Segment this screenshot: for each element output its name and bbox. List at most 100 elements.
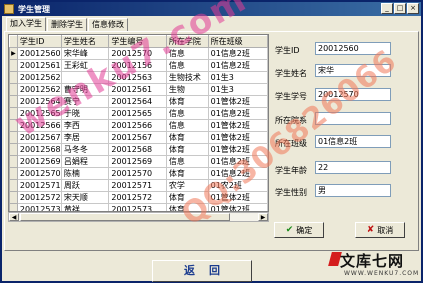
- grid-cell[interactable]: 体育: [165, 143, 209, 156]
- grid-cell[interactable]: 李西: [60, 119, 110, 132]
- col-header-college[interactable]: 所在学院: [165, 35, 209, 48]
- table-row[interactable]: 20012564 赛宁 20012564 体育 01管体2班: [9, 95, 268, 108]
- grid-cell[interactable]: 20012566: [108, 119, 167, 132]
- table-row[interactable]: 20012562 曹守明 20012561 生物 01生3: [9, 83, 268, 96]
- grid-cell[interactable]: 20012564: [108, 95, 167, 108]
- grid-cell[interactable]: 20012568: [16, 143, 62, 156]
- ok-button[interactable]: ✔ 确定: [274, 222, 324, 238]
- table-row[interactable]: 20012567 李居 20012567 体育 01管体2班: [9, 131, 268, 144]
- grid-cell[interactable]: 20012570: [108, 47, 167, 60]
- grid-cell[interactable]: 信息: [165, 59, 209, 72]
- grid-cell[interactable]: 王彩虹: [60, 59, 110, 72]
- row-indicator[interactable]: [9, 167, 18, 180]
- row-indicator[interactable]: [9, 203, 18, 211]
- grid-cell[interactable]: 陈楠: [60, 167, 110, 180]
- cancel-button[interactable]: ✘ 取消: [355, 222, 405, 238]
- grid-cell[interactable]: 体育: [165, 95, 209, 108]
- row-indicator[interactable]: [9, 71, 18, 84]
- grid-cell[interactable]: 赛宁: [60, 95, 110, 108]
- maximize-button[interactable]: □: [394, 3, 406, 14]
- col-header-student-name[interactable]: 学生姓名: [60, 35, 110, 48]
- col-header-class[interactable]: 所在班级: [207, 35, 268, 48]
- table-row[interactable]: 20012568 马冬冬 20012568 体育 01管体2班: [9, 143, 268, 156]
- gender-field[interactable]: 男: [315, 184, 391, 197]
- table-row[interactable]: 20012572 宋天顺 20012572 体育 01管体2班: [9, 191, 268, 204]
- row-indicator[interactable]: [9, 191, 18, 204]
- student-id-field[interactable]: 20012560: [315, 42, 391, 55]
- grid-cell[interactable]: 20012563: [108, 71, 167, 84]
- grid-cell[interactable]: 01信息2班: [207, 107, 268, 120]
- grid-cell[interactable]: 01管体2班: [207, 143, 268, 156]
- grid-cell[interactable]: 20012570: [16, 167, 62, 180]
- grid-cell[interactable]: 20012573: [108, 203, 167, 211]
- grid-cell[interactable]: 信息: [165, 119, 209, 132]
- table-row[interactable]: 20012569 吕娟程 20012569 信息 01信息2班: [9, 155, 268, 168]
- grid-cell[interactable]: 20012571: [108, 179, 167, 192]
- grid-cell[interactable]: 曹守明: [60, 83, 110, 96]
- grid-cell[interactable]: 01农2班: [207, 179, 268, 192]
- grid-cell[interactable]: 黄祥: [60, 203, 110, 211]
- grid-cell[interactable]: 20012572: [16, 191, 62, 204]
- title-bar[interactable]: 学生管理 _ □ ×: [2, 2, 421, 16]
- row-indicator[interactable]: [9, 155, 18, 168]
- grid-cell[interactable]: 生物技术: [165, 71, 209, 84]
- scroll-left-arrow-icon[interactable]: ◀: [9, 213, 19, 221]
- class-field[interactable]: 01信息2班: [315, 135, 391, 148]
- grid-cell[interactable]: 信息: [165, 47, 209, 60]
- minimize-button[interactable]: _: [381, 3, 393, 14]
- col-header-student-id[interactable]: 学生ID: [16, 35, 62, 48]
- table-row[interactable]: 20012573 黄祥 20012573 体育 01管体2班: [9, 203, 268, 211]
- grid-cell[interactable]: 信息: [165, 155, 209, 168]
- tab-add-student[interactable]: 加入学生: [6, 17, 46, 31]
- grid-cell[interactable]: 01管体2班: [207, 95, 268, 108]
- table-row[interactable]: 20012561 王彩虹 20012156 信息 01信息2班: [9, 59, 268, 72]
- grid-cell[interactable]: 生物: [165, 83, 209, 96]
- grid-cell[interactable]: 20012565: [16, 107, 62, 120]
- grid-cell[interactable]: 20012569: [16, 155, 62, 168]
- grid-cell[interactable]: 20012572: [108, 191, 167, 204]
- grid-cell[interactable]: 01管体2班: [207, 119, 268, 132]
- grid-cell[interactable]: 01信息2班: [207, 47, 268, 60]
- table-row[interactable]: 20012562 20012563 生物技术 01生3: [9, 71, 268, 84]
- student-name-field[interactable]: 宋华: [315, 64, 391, 77]
- grid-cell[interactable]: 李居: [60, 131, 110, 144]
- grid-cell[interactable]: 20012561: [108, 83, 167, 96]
- table-row[interactable]: 20012570 陈楠 20012570 体育 01信息2班: [9, 167, 268, 180]
- grid-cell[interactable]: 01管体2班: [207, 203, 268, 211]
- back-button[interactable]: 返回: [152, 260, 252, 282]
- row-indicator[interactable]: [9, 143, 18, 156]
- age-field[interactable]: 22: [315, 161, 391, 174]
- grid-cell[interactable]: 20012568: [108, 143, 167, 156]
- grid-cell[interactable]: 01信息2班: [207, 167, 268, 180]
- grid-cell[interactable]: 20012566: [16, 119, 62, 132]
- row-indicator[interactable]: [9, 95, 18, 108]
- grid-cell[interactable]: 01管体2班: [207, 131, 268, 144]
- table-row[interactable]: 20012566 李西 20012566 信息 01管体2班: [9, 119, 268, 132]
- row-indicator[interactable]: [9, 83, 18, 96]
- grid-cell[interactable]: 宋华峰: [60, 47, 110, 60]
- grid-cell[interactable]: 20012571: [16, 179, 62, 192]
- row-indicator[interactable]: [9, 59, 18, 72]
- grid-cell[interactable]: 体育: [165, 203, 209, 211]
- college-field[interactable]: [315, 112, 391, 125]
- grid-cell[interactable]: 20012567: [16, 131, 62, 144]
- grid-cell[interactable]: 20012570: [108, 167, 167, 180]
- grid-cell[interactable]: 20012564: [16, 95, 62, 108]
- scroll-thumb[interactable]: [20, 213, 230, 221]
- grid-cell[interactable]: 01信息2班: [207, 155, 268, 168]
- table-row[interactable]: 20012571 周跃 20012571 农学 01农2班: [9, 179, 268, 192]
- tab-delete-student[interactable]: 删除学生: [47, 18, 87, 31]
- table-row[interactable]: ▶ 20012560 宋华峰 20012570 信息 01信息2班: [9, 47, 268, 60]
- grid-cell[interactable]: [60, 71, 110, 84]
- horizontal-scrollbar[interactable]: ◀ ▶: [8, 212, 269, 222]
- grid-cell[interactable]: 马冬冬: [60, 143, 110, 156]
- close-button[interactable]: ×: [407, 3, 419, 14]
- grid-cell[interactable]: 01生3: [207, 71, 268, 84]
- grid-cell[interactable]: 农学: [165, 179, 209, 192]
- grid-cell[interactable]: 吕娟程: [60, 155, 110, 168]
- grid-cell[interactable]: 体育: [165, 167, 209, 180]
- grid-cell[interactable]: 周跃: [60, 179, 110, 192]
- grid-cell[interactable]: 01生3: [207, 83, 268, 96]
- row-indicator[interactable]: [9, 119, 18, 132]
- grid-cell[interactable]: 体育: [165, 191, 209, 204]
